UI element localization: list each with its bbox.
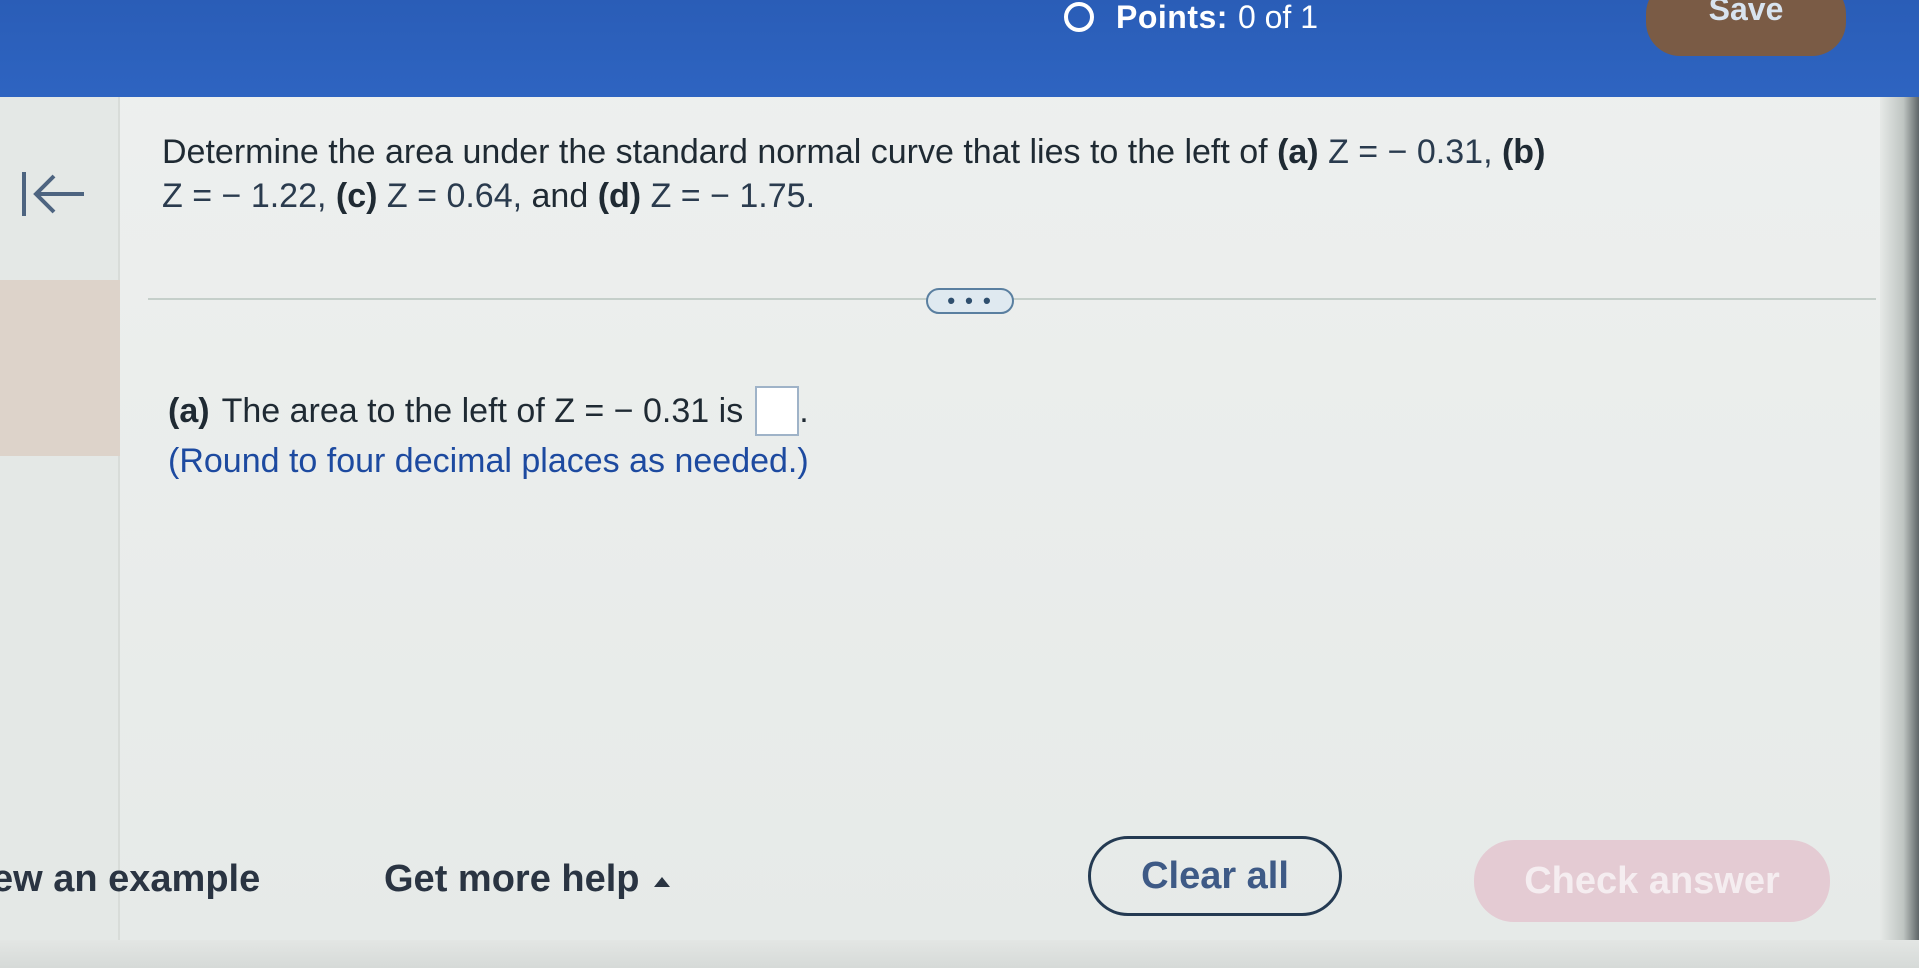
save-button[interactable]: Save bbox=[1646, 0, 1846, 56]
points-indicator: Points: 0 of 1 bbox=[1064, 0, 1318, 35]
clear-all-button[interactable]: Clear all bbox=[1088, 836, 1342, 916]
question-tag-a: (a) bbox=[1277, 133, 1319, 171]
get-more-help-button[interactable]: Get more help bbox=[384, 858, 670, 901]
caret-up-icon bbox=[653, 876, 670, 887]
check-answer-button[interactable]: Check answer bbox=[1474, 840, 1830, 922]
question-tag-d: (d) bbox=[597, 177, 642, 215]
points-value: 0 of 1 bbox=[1237, 0, 1318, 35]
answer-input-box[interactable] bbox=[755, 386, 800, 436]
bottom-edge bbox=[0, 940, 1919, 968]
question-tag-b: (b) bbox=[1501, 133, 1546, 171]
expand-more-button[interactable]: • • • bbox=[926, 288, 1014, 314]
view-example-link[interactable]: ew an example bbox=[0, 858, 260, 901]
get-more-help-label: Get more help bbox=[384, 858, 640, 900]
progress-circle-icon bbox=[1064, 2, 1094, 32]
part-a-text: The area to the left of Z = − 0.31 is bbox=[221, 391, 744, 430]
question-intro: Determine the area under the standard no… bbox=[162, 133, 1278, 171]
left-accent-panel bbox=[0, 280, 120, 456]
question-and: and bbox=[531, 177, 589, 215]
question-expr-d: Z = − 1.75. bbox=[650, 177, 816, 215]
top-header: Points: 0 of 1 Save bbox=[0, 0, 1919, 97]
rounding-note: (Round to four decimal places as needed.… bbox=[168, 442, 809, 480]
part-a-tag: (a) bbox=[168, 391, 210, 430]
right-edge bbox=[1880, 97, 1919, 968]
back-to-start-icon[interactable] bbox=[18, 164, 88, 224]
part-a-period: . bbox=[799, 391, 809, 430]
question-expr-c: Z = 0.64, bbox=[386, 177, 523, 215]
question-expr-b: Z = − 1.22, bbox=[162, 177, 327, 215]
question-text: Determine the area under the standard no… bbox=[162, 130, 1722, 218]
question-tag-c: (c) bbox=[335, 177, 378, 215]
question-expr-a: Z = − 0.31, bbox=[1328, 133, 1493, 171]
points-label: Points: bbox=[1116, 0, 1228, 35]
screen: Points: 0 of 1 Save Determine the area u… bbox=[0, 0, 1919, 968]
bottom-toolbar: ew an example Get more help Clear all Ch… bbox=[0, 810, 1880, 940]
part-a-prompt: (a) The area to the left of Z = − 0.31 i… bbox=[168, 386, 809, 436]
